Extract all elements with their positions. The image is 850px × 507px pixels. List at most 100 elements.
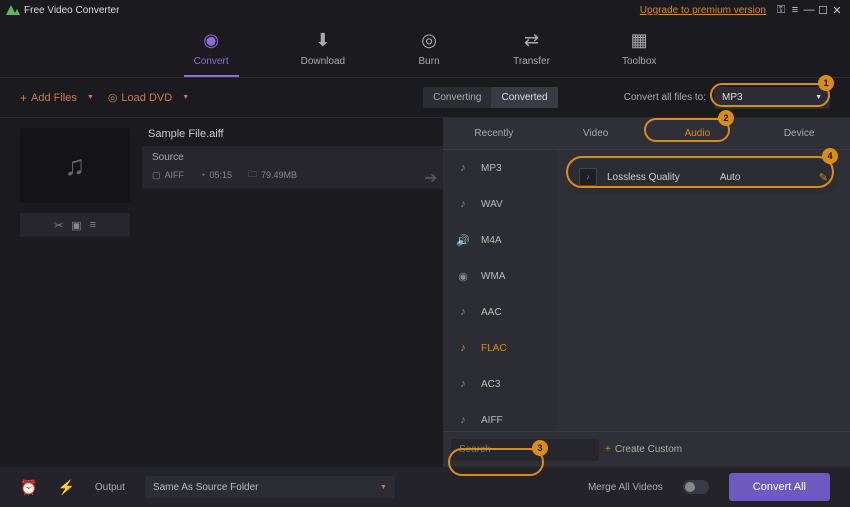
audio-file-icon: ♪ xyxy=(455,341,471,355)
nav-label: Convert xyxy=(194,56,229,67)
quality-option[interactable]: ♪ Lossless Quality Auto ✎ xyxy=(569,160,838,194)
output-label: Output xyxy=(95,482,125,493)
format-list[interactable]: ♪MP3 ♪WAV 🔊M4A ◉WMA ♪AAC ♪FLAC ♪AC3 ♪AIF… xyxy=(443,150,557,431)
tab-converting[interactable]: Converting xyxy=(423,87,491,108)
panel-tabs: Recently Video Audio Device xyxy=(443,118,850,150)
settings-icon[interactable]: ≡ xyxy=(90,219,96,231)
file-area: ♫ Sample File.aiff Source ▢AIFF ◔05:15 🗀… xyxy=(0,118,443,467)
folder-icon: 🗀 xyxy=(248,167,257,183)
tab-video[interactable]: Video xyxy=(545,118,647,149)
merge-toggle[interactable] xyxy=(683,480,709,494)
source-meta: ▢AIFF ◔05:15 🗀79.49MB xyxy=(152,167,433,183)
tab-converted[interactable]: Converted xyxy=(491,87,557,108)
music-note-icon: ♫ xyxy=(65,150,86,182)
key-icon[interactable]: ⚿ xyxy=(774,4,788,17)
format-wma[interactable]: ◉WMA xyxy=(443,258,557,294)
gpu-icon[interactable]: ⚡ xyxy=(57,479,74,496)
arrow-right-icon: ➔ xyxy=(424,168,437,188)
nav-toolbox[interactable]: ▦ Toolbox xyxy=(612,26,666,77)
panel-body: ♪MP3 ♪WAV 🔊M4A ◉WMA ♪AAC ♪FLAC ♪AC3 ♪AIF… xyxy=(443,150,850,431)
format-mp3[interactable]: ♪MP3 xyxy=(443,150,557,186)
nav-label: Transfer xyxy=(513,56,550,67)
edit-icon[interactable]: ✎ xyxy=(819,171,828,184)
format-wav[interactable]: ♪WAV xyxy=(443,186,557,222)
target-format-select[interactable]: MP3 ▼ xyxy=(714,87,830,109)
search-input[interactable] xyxy=(451,439,599,461)
toolbox-icon: ▦ xyxy=(627,28,651,52)
upgrade-link[interactable]: Upgrade to premium version xyxy=(640,5,766,16)
plus-icon: + xyxy=(605,444,611,455)
close-icon[interactable]: ✕ xyxy=(830,4,844,17)
audio-file-icon: ♪ xyxy=(455,377,471,391)
convert-all-label: Convert all files to: xyxy=(624,92,706,103)
source-box: Source ▢AIFF ◔05:15 🗀79.49MB xyxy=(142,146,443,189)
quality-pane: ♪ Lossless Quality Auto ✎ xyxy=(557,150,850,431)
menu-icon[interactable]: ≡ xyxy=(788,4,802,16)
transfer-icon: ⇄ xyxy=(520,28,544,52)
convert-all-button[interactable]: Convert All xyxy=(729,473,830,501)
trim-icon[interactable]: ✂ xyxy=(54,219,63,232)
chevron-down-icon: ▼ xyxy=(87,94,94,101)
format-m4a[interactable]: 🔊M4A xyxy=(443,222,557,258)
nav-label: Burn xyxy=(419,56,440,67)
quality-name: Lossless Quality xyxy=(607,172,680,183)
format-aiff[interactable]: ♪AIFF xyxy=(443,402,557,431)
format-aac[interactable]: ♪AAC xyxy=(443,294,557,330)
source-quality-icon: ♪ xyxy=(579,168,597,186)
maximize-icon[interactable]: ☐ xyxy=(816,4,830,17)
main-nav: ◉ Convert ⬇ Download ◎ Burn ⇄ Transfer ▦… xyxy=(0,20,850,78)
file-row: ♫ Sample File.aiff Source ▢AIFF ◔05:15 🗀… xyxy=(20,128,443,203)
toolbar: + Add Files ▼ ◎ Load DVD ▼ Converting Co… xyxy=(0,78,850,118)
add-files-button[interactable]: + Add Files ▼ xyxy=(20,91,94,105)
chevron-down-icon: ▼ xyxy=(380,484,387,491)
format-ac3[interactable]: ♪AC3 xyxy=(443,366,557,402)
footer: ⏰ ⚡ Output Same As Source Folder ▼ Merge… xyxy=(0,467,850,507)
app-title: Free Video Converter xyxy=(24,5,119,16)
tab-audio[interactable]: Audio xyxy=(647,118,749,149)
status-tabs: Converting Converted xyxy=(423,87,558,108)
disc-icon: ◎ xyxy=(108,91,118,104)
burn-icon: ◎ xyxy=(417,28,441,52)
app-logo-icon xyxy=(6,5,20,15)
plus-icon: + xyxy=(20,91,27,105)
audio-file-icon: ♪ xyxy=(455,197,471,211)
codec-value: AIFF xyxy=(165,170,185,180)
crop-icon[interactable]: ▣ xyxy=(71,219,81,232)
file-name: Sample File.aiff xyxy=(142,128,443,140)
format-panel: Recently Video Audio Device ♪MP3 ♪WAV 🔊M… xyxy=(443,118,850,467)
tab-device[interactable]: Device xyxy=(748,118,850,149)
download-icon: ⬇ xyxy=(311,28,335,52)
audio-file-icon: ♪ xyxy=(455,305,471,319)
codec-icon: ▢ xyxy=(152,170,161,181)
tab-recently[interactable]: Recently xyxy=(443,118,545,149)
convert-icon: ◉ xyxy=(199,28,223,52)
file-tools: ✂ ▣ ≡ xyxy=(20,213,130,237)
audio-file-icon: ♪ xyxy=(455,161,471,175)
duration-value: 05:15 xyxy=(209,170,232,180)
create-custom-button[interactable]: + Create Custom xyxy=(605,444,682,455)
chevron-down-icon: ▼ xyxy=(182,94,189,101)
minimize-icon[interactable]: — xyxy=(802,4,816,16)
convert-target: Convert all files to: MP3 ▼ xyxy=(624,87,830,109)
load-dvd-button[interactable]: ◎ Load DVD ▼ xyxy=(108,91,189,104)
content: ♫ Sample File.aiff Source ▢AIFF ◔05:15 🗀… xyxy=(0,118,850,467)
speaker-icon: 🔊 xyxy=(455,233,471,247)
quality-value: Auto xyxy=(720,172,741,183)
nav-convert[interactable]: ◉ Convert xyxy=(184,26,239,77)
speaker-icon: ◉ xyxy=(455,269,471,283)
nav-download[interactable]: ⬇ Download xyxy=(291,26,355,77)
chevron-down-icon: ▼ xyxy=(815,94,822,101)
nav-transfer[interactable]: ⇄ Transfer xyxy=(503,26,560,77)
audio-file-icon: ♪ xyxy=(455,413,471,427)
schedule-icon[interactable]: ⏰ xyxy=(20,479,37,496)
panel-footer: + Create Custom xyxy=(443,431,850,467)
size-value: 79.49MB xyxy=(261,170,297,180)
nav-label: Download xyxy=(301,56,345,67)
titlebar: Free Video Converter Upgrade to premium … xyxy=(0,0,850,20)
output-select[interactable]: Same As Source Folder ▼ xyxy=(145,476,395,498)
nav-burn[interactable]: ◎ Burn xyxy=(407,26,451,77)
file-thumbnail[interactable]: ♫ xyxy=(20,128,130,203)
file-info: Sample File.aiff Source ▢AIFF ◔05:15 🗀79… xyxy=(142,128,443,203)
source-label: Source xyxy=(152,152,433,163)
format-flac[interactable]: ♪FLAC xyxy=(443,330,557,366)
